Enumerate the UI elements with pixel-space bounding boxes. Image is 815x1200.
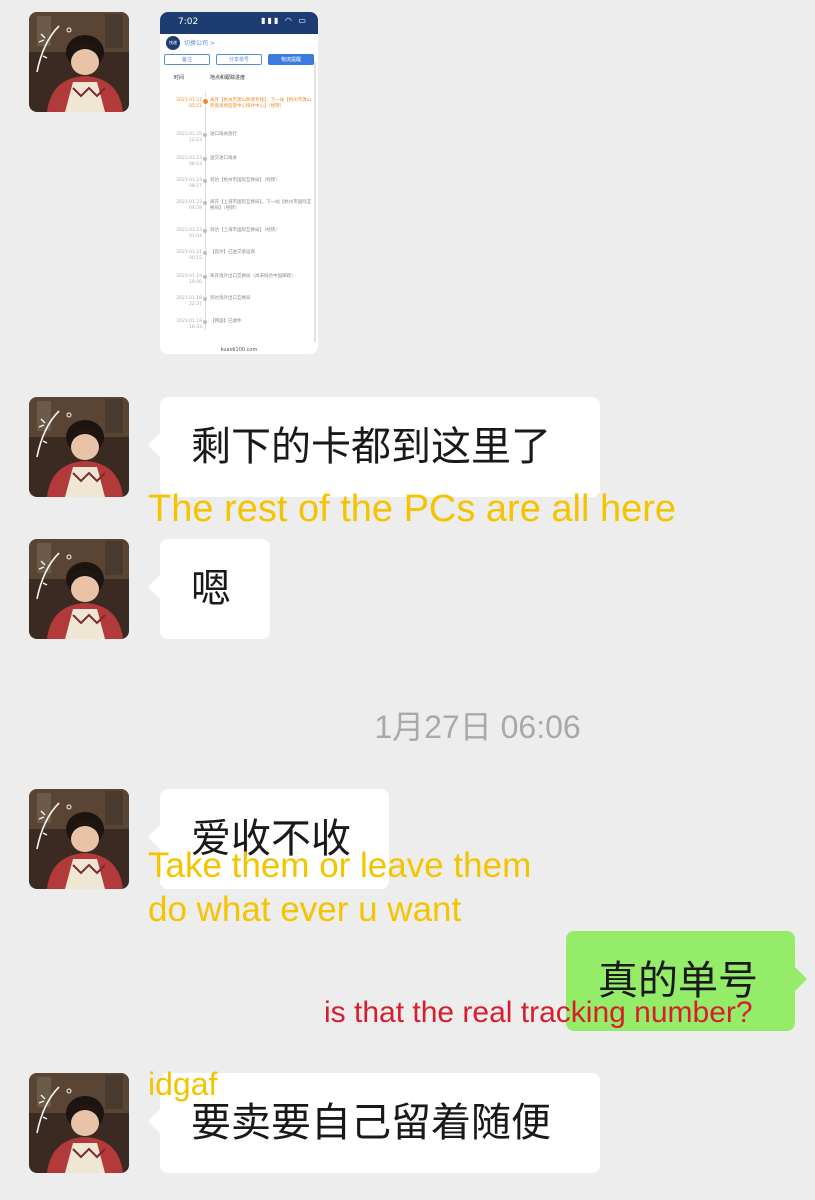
avatar[interactable]: [29, 539, 129, 639]
message-text: 嗯: [191, 566, 231, 612]
timeline-dot: [203, 179, 207, 183]
tracking-screenshot-image[interactable]: 7:02 ▮▮▮ ◠ ▭ 快递 切换公司 > 备注 分享单号 物流提醒 时间 地…: [160, 12, 318, 354]
tracking-date: 2023.01.18 22:37: [176, 296, 202, 307]
column-detail: 地点和跟踪进度: [210, 75, 246, 81]
translation-caption: is that the real tracking number?: [324, 996, 753, 1029]
tracking-detail: 【首尔】已送交承运商: [210, 250, 255, 255]
status-time: 7:02: [178, 17, 199, 27]
avatar[interactable]: [29, 1073, 129, 1173]
tracking-detail: 到达境外出口互换局: [210, 296, 251, 301]
signal-wifi-battery-icons: ▮▮▮ ◠ ▭: [261, 16, 308, 25]
avatar[interactable]: [29, 789, 129, 889]
translation-caption: do what ever u want: [148, 890, 462, 929]
message-bubble[interactable]: 嗯: [148, 539, 270, 639]
tracking-detail: 离开【上海市国际互换局】，下一站【杭州市国际互换局】（经转）: [210, 200, 312, 212]
tracking-detail: 到达【上海市国际互换局】（经转）: [210, 228, 280, 233]
message-text: 真的单号: [598, 958, 758, 1004]
translation-caption: The rest of the PCs are all here: [148, 488, 677, 530]
timeline-dot: [203, 201, 207, 205]
avatar[interactable]: [29, 12, 129, 112]
tracking-date: 2023.01.18 16:33: [176, 319, 202, 330]
site-url: kuaidi100.com: [220, 347, 258, 353]
tracking-date: 2023.01.19 10:00: [176, 274, 202, 285]
tracking-detail: 到达【杭州市国际互换局】（经转）: [210, 178, 280, 183]
column-time: 时间: [174, 75, 185, 81]
translation-caption: idgaf: [148, 1066, 218, 1102]
tracking-date: 2023.01.23 08:17: [176, 178, 202, 189]
bubble-tail: [148, 1109, 160, 1133]
message-text: 剩下的卡都到这里了: [191, 424, 551, 470]
tracking-date: 2023.01.23 01:04: [176, 228, 202, 239]
courier-header: 快递 切换公司 >: [160, 34, 318, 52]
tracking-date: 2023.01.21 00:15: [176, 250, 202, 261]
courier-logo: 快递: [166, 36, 180, 50]
timeline-dot: [203, 229, 207, 233]
timeline-line: [205, 92, 206, 330]
avatar-image: [29, 789, 129, 889]
logistics-reminder-button: 物流提醒: [268, 54, 314, 65]
switch-company-link: 切换公司 >: [184, 40, 215, 47]
tracking-detail: 离开【杭州市萧山跨境专线】，下一站【杭州市萧山跨境现场监管中心快件中心】（经转）: [210, 98, 312, 110]
avatar-image: [29, 12, 129, 112]
tracking-action-buttons: 备注 分享单号 物流提醒: [164, 54, 314, 66]
tracking-detail: 离开境外出口互换局（尚未抵达中国邮政）: [210, 274, 296, 279]
tracking-detail: 进口海关放行: [210, 132, 237, 137]
tracking-date: 2023.01.23 08:53: [176, 156, 202, 167]
timeline-dot: [203, 251, 207, 255]
timeline-dot: [203, 133, 207, 137]
tracking-date: 2023.01.25 12:23: [176, 132, 202, 143]
translation-caption: Take them or leave them: [148, 846, 532, 885]
timeline-dot: [203, 297, 207, 301]
message-text: 要卖要自己留着随便: [191, 1100, 551, 1146]
timeline-dot: [203, 275, 207, 279]
timeline-dot: [203, 320, 207, 324]
scrollbar: [314, 62, 316, 342]
timeline-dot: [203, 99, 208, 104]
avatar-image: [29, 397, 129, 497]
message-bubble[interactable]: 剩下的卡都到这里了: [148, 397, 600, 497]
avatar[interactable]: [29, 397, 129, 497]
chat-timestamp: 1月27日 06:06: [374, 709, 581, 745]
tracking-date: 2023.01.27 05:51: [176, 98, 202, 109]
timeline-dot: [203, 157, 207, 161]
message-bubble[interactable]: 要卖要自己留着随便: [148, 1073, 600, 1173]
bubble-tail: [795, 967, 807, 991]
avatar-image: [29, 539, 129, 639]
avatar-image: [29, 1073, 129, 1173]
phone-status-bar: 7:02 ▮▮▮ ◠ ▭: [160, 12, 318, 34]
tracking-detail: 送交进口海关: [210, 156, 237, 161]
note-button: 备注: [164, 54, 210, 65]
tracking-date: 2023.01.23 04:59: [176, 200, 202, 211]
share-number-button: 分享单号: [216, 54, 262, 65]
bubble-tail: [148, 433, 160, 457]
tracking-detail: 【韩国】已收件: [210, 319, 242, 324]
bubble-tail: [148, 575, 160, 599]
